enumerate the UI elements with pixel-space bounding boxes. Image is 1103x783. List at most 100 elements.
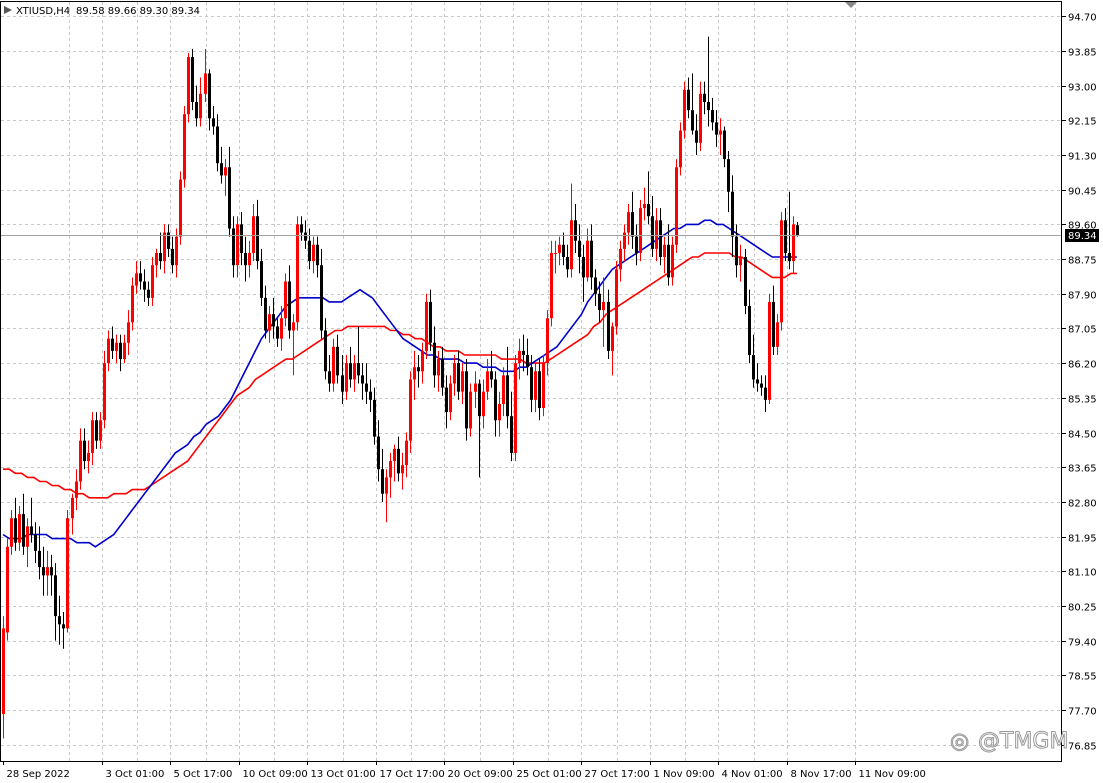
candle — [623, 224, 626, 262]
moving-averages — [2, 219, 797, 548]
candle — [316, 236, 319, 278]
candle — [619, 240, 622, 282]
candle — [748, 289, 751, 364]
candle-body — [199, 93, 202, 119]
candle-body — [2, 628, 5, 715]
candle — [42, 546, 45, 596]
candle — [111, 326, 114, 360]
candle — [756, 363, 759, 392]
candle-body — [248, 252, 251, 266]
x-tick-label: 8 Nov 17:00 — [791, 769, 852, 780]
candle — [582, 244, 585, 302]
y-tick-label: 82.80 — [1068, 499, 1097, 510]
candle-body — [14, 518, 17, 543]
candle-body — [554, 252, 557, 254]
candle — [58, 595, 61, 645]
candle-body — [526, 354, 529, 368]
candle-body — [232, 228, 235, 266]
symbol-arrow-icon[interactable] — [4, 6, 12, 14]
candle — [465, 359, 468, 441]
candle-body — [183, 114, 186, 180]
candle-body — [316, 244, 319, 266]
candle — [187, 53, 190, 123]
candle-body — [292, 322, 295, 331]
candle — [739, 244, 742, 282]
candle-body — [679, 130, 682, 168]
candle-body — [111, 338, 114, 351]
candle-body — [284, 281, 287, 319]
candle — [586, 228, 589, 282]
candle-body — [46, 567, 49, 576]
candle — [534, 363, 537, 413]
candle — [570, 183, 573, 278]
candle-body — [127, 322, 130, 343]
candle — [518, 338, 521, 380]
candle-body — [6, 546, 9, 633]
candle-body — [22, 514, 25, 547]
candle — [385, 469, 388, 523]
candle-body — [312, 244, 315, 262]
candle — [429, 289, 432, 351]
candle-body — [671, 244, 674, 278]
candle-body — [308, 240, 311, 262]
candle — [784, 208, 787, 262]
candle — [75, 469, 78, 511]
y-tick-label: 83.65 — [1068, 464, 1097, 475]
candle — [256, 199, 259, 270]
candle — [393, 444, 396, 482]
candle — [425, 293, 428, 360]
candle — [14, 497, 17, 551]
candle — [123, 334, 126, 364]
candle-body — [457, 363, 460, 392]
candle — [776, 314, 779, 355]
candle — [542, 354, 545, 417]
candle — [796, 221, 799, 237]
candle-body — [635, 236, 638, 253]
candle-body — [405, 440, 408, 466]
candle-body — [18, 514, 21, 543]
candle — [199, 77, 202, 127]
candle-body — [546, 318, 549, 364]
y-tick-label: 87.90 — [1068, 291, 1097, 302]
candle — [397, 436, 400, 482]
candle — [566, 244, 569, 278]
candle-body — [300, 224, 303, 233]
candle-body — [50, 567, 53, 576]
price-chart[interactable]: 94.7093.8593.0092.1591.3090.4589.6088.75… — [0, 0, 1103, 783]
candle-body — [461, 371, 464, 392]
candle — [349, 346, 352, 388]
candle — [260, 248, 263, 307]
candle-body — [502, 375, 505, 404]
candle — [590, 224, 593, 290]
candle — [639, 199, 642, 262]
chart-header: XTIUSD,H4 89.58 89.66 89.30 89.34 — [4, 6, 200, 17]
candle — [320, 248, 323, 339]
candle-body — [602, 301, 605, 311]
y-tick-label: 80.25 — [1068, 603, 1097, 614]
candle-body — [715, 122, 718, 135]
candle-body — [119, 342, 122, 360]
candle — [119, 334, 122, 372]
candle-body — [62, 624, 65, 629]
candle — [401, 452, 404, 490]
candle — [288, 265, 291, 339]
candle — [494, 371, 497, 437]
candle — [671, 236, 674, 286]
candle-body — [530, 367, 533, 400]
candle-body — [574, 220, 577, 241]
candle-body — [522, 350, 525, 355]
y-tick-label: 85.35 — [1068, 395, 1097, 406]
candle — [469, 383, 472, 437]
y-tick-label: 78.55 — [1068, 672, 1097, 683]
candle-body — [691, 110, 694, 131]
candle-body — [204, 73, 207, 94]
ma-fast-line — [2, 219, 797, 548]
candle — [268, 306, 271, 343]
candle-body — [87, 452, 90, 462]
candle — [631, 191, 634, 249]
candle-body — [590, 240, 593, 278]
candle — [127, 310, 130, 355]
candle-body — [739, 257, 742, 266]
candle — [699, 81, 702, 151]
y-tick-label: 81.10 — [1068, 568, 1097, 579]
